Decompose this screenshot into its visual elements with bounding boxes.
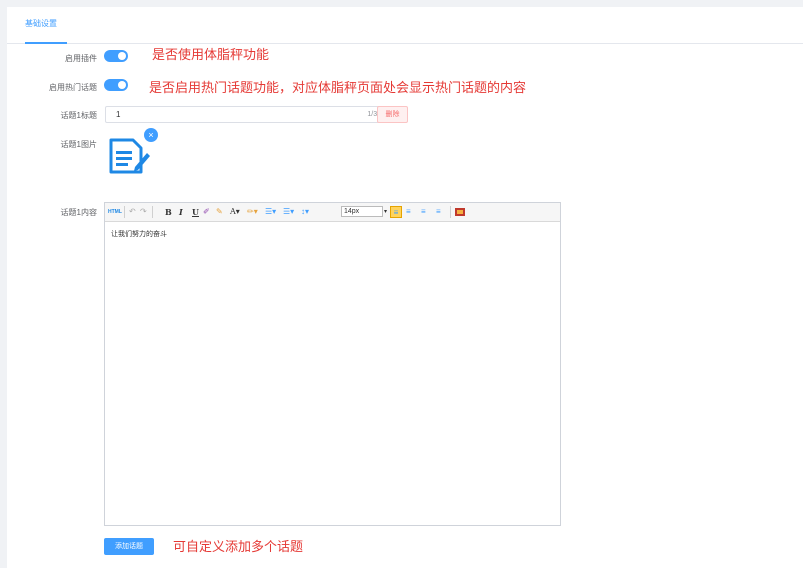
enable-hot-topic-switch[interactable]: [104, 79, 128, 91]
tab-basic-settings[interactable]: 基础设置: [25, 18, 57, 29]
enable-plugin-label: 启用插件: [65, 54, 97, 63]
undo-icon[interactable]: ↶: [129, 206, 136, 218]
annotation-note-1: 是否使用体脂秤功能: [152, 48, 270, 63]
editor-toolbar: HTML ↶ ↷ B I U ✐ ✎ A▾ ✏▾ ☰▾ ☰▾ ↕▾ 14px ▾…: [105, 203, 560, 222]
editor-content[interactable]: 让我们努力的奋斗: [111, 229, 167, 239]
add-topic-button[interactable]: 添加话题: [104, 538, 154, 555]
line-height-icon[interactable]: ↕▾: [301, 206, 309, 218]
brush-icon[interactable]: ✎: [216, 206, 223, 218]
eraser-icon[interactable]: ✐: [203, 206, 210, 218]
topic1-title-value: 1: [116, 110, 121, 119]
switch-knob: [118, 52, 126, 60]
annotation-note-3: 可自定义添加多个话题: [173, 540, 304, 555]
remove-image-icon[interactable]: ×: [144, 128, 158, 142]
redo-icon[interactable]: ↷: [140, 206, 147, 218]
topic1-title-label: 话题1标题: [60, 111, 97, 120]
toolbar-divider: [152, 206, 153, 218]
enable-plugin-switch[interactable]: [104, 50, 128, 62]
font-size-select[interactable]: 14px: [341, 206, 383, 217]
underline-icon[interactable]: U: [192, 206, 199, 218]
align-center-icon[interactable]: ≡: [406, 206, 411, 218]
align-left-icon[interactable]: ≡: [390, 206, 402, 218]
font-size-value: 14px: [344, 208, 360, 215]
topic1-content-label: 话题1内容: [60, 208, 97, 217]
align-right-icon[interactable]: ≡: [421, 206, 426, 218]
toolbar-divider: [450, 206, 451, 218]
topic-image-thumbnail[interactable]: [105, 134, 153, 182]
font-color-icon[interactable]: A▾: [230, 206, 240, 218]
highlight-icon[interactable]: ✏▾: [247, 206, 258, 218]
document-edit-icon: [109, 138, 150, 174]
toolbar-divider: [124, 206, 125, 218]
topic1-title-input[interactable]: 1 1/30: [105, 106, 390, 123]
unordered-list-icon[interactable]: ☰▾: [283, 206, 294, 218]
tab-bar: 基础设置: [7, 7, 803, 44]
topic1-image-label: 话题1图片: [60, 140, 97, 149]
switch-knob: [118, 81, 126, 89]
bold-icon[interactable]: B: [165, 206, 172, 218]
enable-hot-topic-label: 启用热门话题: [49, 83, 97, 92]
delete-topic-button[interactable]: 删除: [377, 106, 408, 123]
image-icon[interactable]: [455, 206, 465, 218]
rich-text-editor[interactable]: HTML ↶ ↷ B I U ✐ ✎ A▾ ✏▾ ☰▾ ☰▾ ↕▾ 14px ▾…: [104, 202, 561, 526]
settings-card: 基础设置 启用插件 是否使用体脂秤功能 启用热门话题 是否启用热门话题功能，对应…: [7, 7, 803, 568]
italic-icon[interactable]: I: [179, 206, 183, 218]
image-glyph: [455, 208, 465, 216]
html-icon[interactable]: HTML: [108, 206, 122, 218]
align-justify-icon[interactable]: ≡: [436, 206, 441, 218]
active-tab-indicator: [25, 42, 67, 44]
annotation-note-2: 是否启用热门话题功能，对应体脂秤页面处会显示热门话题的内容: [149, 81, 527, 96]
ordered-list-icon[interactable]: ☰▾: [265, 206, 276, 218]
chevron-down-icon[interactable]: ▾: [384, 206, 387, 218]
